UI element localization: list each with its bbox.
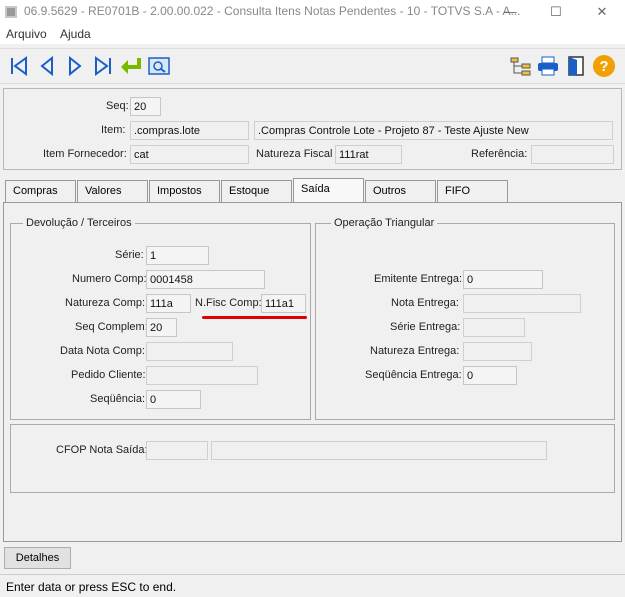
- seq-complem-field[interactable]: 20: [146, 318, 177, 337]
- door-exit-icon: [568, 56, 584, 76]
- svg-text:?: ?: [599, 58, 608, 75]
- search-button[interactable]: [146, 52, 172, 80]
- window-title: 06.9.5629 - RE0701B - 2.00.00.022 - Cons…: [24, 4, 521, 18]
- sequencia-entrega-field[interactable]: 0: [463, 366, 517, 385]
- next-icon: [69, 55, 82, 77]
- tab-saida[interactable]: Saída: [293, 178, 364, 204]
- menu-bar: Arquivo Ajuda: [0, 24, 625, 44]
- enter-arrow-icon: [121, 58, 141, 74]
- seq-complem-label: Seq Complem:: [75, 321, 148, 333]
- previous-icon: [40, 55, 53, 77]
- toolbar: ?: [0, 48, 625, 84]
- tab-estoque[interactable]: Estoque: [221, 180, 292, 202]
- sequencia-field[interactable]: 0: [146, 390, 201, 409]
- emitente-entrega-label: Emitente Entrega:: [374, 273, 463, 285]
- first-record-button[interactable]: [6, 52, 32, 80]
- item-fornecedor-field[interactable]: cat: [130, 145, 249, 164]
- serie-field[interactable]: 1: [146, 246, 209, 265]
- print-button[interactable]: [535, 52, 561, 80]
- last-icon: [95, 56, 111, 76]
- detalhes-button[interactable]: Detalhes: [4, 547, 71, 569]
- tree-icon: [510, 57, 531, 76]
- natureza-fiscal-field[interactable]: 111rat: [335, 145, 402, 164]
- cfop-nota-saida-label: CFOP Nota Saída:: [56, 444, 148, 456]
- tab-compras[interactable]: Compras: [5, 180, 76, 202]
- previous-record-button[interactable]: [34, 52, 60, 80]
- title-bar: 06.9.5629 - RE0701B - 2.00.00.022 - Cons…: [0, 0, 625, 24]
- pedido-cliente-field[interactable]: [146, 366, 258, 385]
- emitente-entrega-field[interactable]: 0: [463, 270, 543, 289]
- serie-entrega-field[interactable]: [463, 318, 525, 337]
- natureza-fiscal-label: Natureza Fiscal: [256, 148, 333, 160]
- tab-valores[interactable]: Valores: [77, 180, 148, 202]
- referencia-label: Referência:: [471, 148, 528, 160]
- pedido-cliente-label: Pedido Cliente:: [71, 369, 146, 381]
- next-record-button[interactable]: [62, 52, 88, 80]
- minimize-button[interactable]: —: [487, 0, 533, 24]
- menu-ajuda[interactable]: Ajuda: [60, 27, 91, 41]
- red-underline-annotation: [202, 316, 307, 319]
- last-record-button[interactable]: [90, 52, 116, 80]
- first-icon: [11, 56, 27, 76]
- tree-button[interactable]: [508, 52, 534, 80]
- natureza-entrega-label: Natureza Entrega:: [370, 345, 460, 357]
- nota-entrega-field[interactable]: [463, 294, 581, 313]
- numero-comp-field[interactable]: 0001458: [146, 270, 265, 289]
- numero-comp-label: Numero Comp:: [72, 273, 147, 285]
- item-code-field[interactable]: .compras.lote: [130, 121, 249, 140]
- sequencia-label: Seqüência:: [90, 393, 146, 405]
- help-icon: ?: [593, 55, 615, 77]
- serie-label: Série:: [115, 249, 144, 261]
- status-text: Enter data or press ESC to end.: [6, 580, 177, 594]
- search-window-icon: [148, 57, 170, 75]
- natureza-entrega-field[interactable]: [463, 342, 532, 361]
- nota-entrega-label: Nota Entrega:: [391, 297, 459, 309]
- help-button[interactable]: ?: [591, 52, 617, 80]
- item-fornecedor-label: Item Fornecedor:: [43, 148, 127, 160]
- menu-arquivo[interactable]: Arquivo: [6, 27, 47, 41]
- exit-button[interactable]: [563, 52, 589, 80]
- tab-fifo[interactable]: FIFO: [437, 180, 508, 202]
- devolucao-group-title: Devolução / Terceiros: [23, 217, 135, 229]
- status-bar: Enter data or press ESC to end.: [0, 574, 625, 597]
- nfisc-comp-field[interactable]: 111a1: [261, 294, 306, 313]
- tab-outros[interactable]: Outros: [365, 180, 436, 202]
- data-nota-comp-field[interactable]: [146, 342, 233, 361]
- app-icon: [5, 6, 17, 18]
- go-to-button[interactable]: [118, 52, 144, 80]
- triangular-group-title: Operação Triangular: [331, 217, 438, 229]
- natureza-comp-label: Natureza Comp:: [65, 297, 146, 309]
- seq-label: Seq:: [106, 100, 129, 112]
- serie-entrega-label: Série Entrega:: [390, 321, 461, 333]
- seq-field[interactable]: 20: [130, 97, 161, 116]
- cfop-description-field[interactable]: [211, 441, 547, 460]
- sequencia-entrega-label: Seqüência Entrega:: [365, 369, 462, 381]
- item-description-field[interactable]: .Compras Controle Lote - Projeto 87 - Te…: [254, 121, 613, 140]
- item-label: Item:: [101, 124, 126, 136]
- nfisc-comp-label: N.Fisc Comp:: [195, 297, 262, 309]
- referencia-field[interactable]: [531, 145, 614, 164]
- close-button[interactable]: ✕: [579, 0, 625, 24]
- maximize-button[interactable]: ☐: [533, 0, 579, 24]
- cfop-code-field[interactable]: [146, 441, 208, 460]
- tab-impostos[interactable]: Impostos: [149, 180, 220, 202]
- printer-icon: [538, 56, 558, 76]
- data-nota-comp-label: Data Nota Comp:: [60, 345, 145, 357]
- natureza-comp-field[interactable]: 111a: [146, 294, 191, 313]
